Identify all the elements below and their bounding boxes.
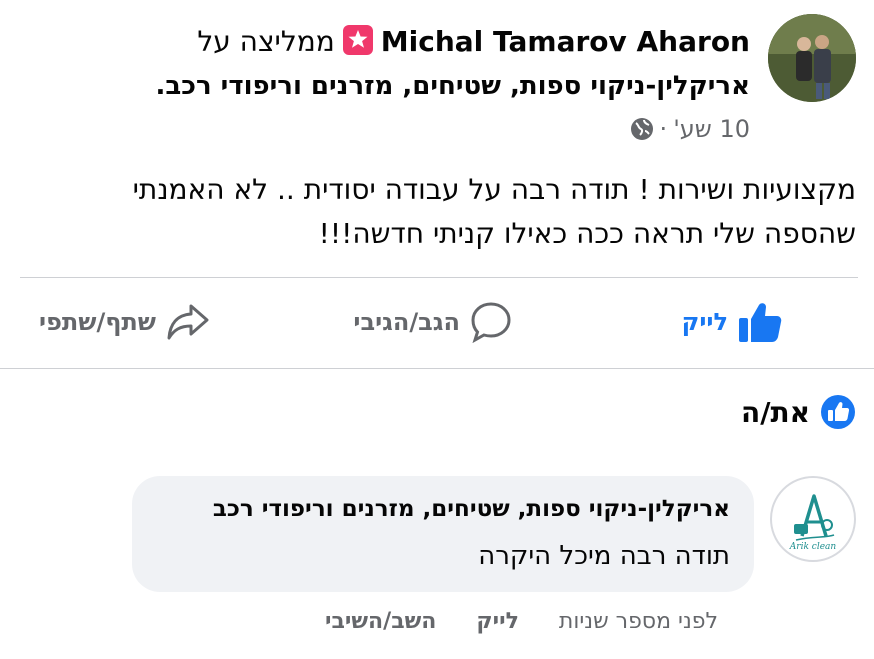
divider	[20, 277, 858, 278]
comment-author[interactable]: אריקלין-ניקוי ספות, שטיחים, מזרנים וריפו…	[156, 490, 730, 528]
header-title: Michal Tamarov Aharon ממליצה על	[50, 22, 750, 62]
post-body-line: שהספה שלי תראה ככה כאילו קניתי חדשה!!!	[318, 217, 856, 250]
share-label: שתף/שתפי	[39, 308, 156, 336]
comment-bubble: אריקלין-ניקוי ספות, שטיחים, מזרנים וריפו…	[132, 476, 754, 592]
post-body: מקצועיות ושירות ! תודה רבה על עבודה יסוד…	[16, 168, 856, 256]
post-body-line: מקצועיות ושירות ! תודה רבה על עבודה יסוד…	[132, 173, 856, 206]
recommends-text: ממליצה על	[197, 25, 335, 58]
comment-text: תודה רבה מיכל היקרה	[478, 541, 730, 571]
comment-time[interactable]: לפני מספר שניות	[559, 602, 718, 642]
comment-actions: לפני מספר שניות לייק השב/השיבי	[285, 602, 718, 642]
like-label: לייק	[681, 308, 728, 336]
logo-text: Arik clean	[789, 542, 837, 552]
meta-separator: ·	[659, 115, 668, 143]
comment-reply-button[interactable]: השב/השיבי	[325, 602, 436, 642]
speech-bubble-icon	[470, 301, 512, 343]
comment-like-button[interactable]: לייק	[476, 602, 518, 642]
comment-label: הגב/הגיבי	[353, 308, 460, 336]
author-name[interactable]: Michal Tamarov Aharon	[381, 25, 750, 58]
recommended-page-name[interactable]: אריקלין-ניקוי ספות, שטיחים, מזרנים וריפו…	[50, 66, 751, 106]
globe-icon	[630, 116, 654, 150]
share-arrow-icon	[166, 302, 210, 342]
page-logo-avatar[interactable]: Arik clean	[770, 476, 856, 562]
comment-button[interactable]: הגב/הגיבי	[353, 296, 512, 348]
thumbs-up-icon	[738, 301, 782, 343]
like-button[interactable]: לייק	[682, 296, 782, 348]
post-time[interactable]: 10 שע'	[673, 115, 750, 143]
reactor-label: את/ה	[741, 395, 810, 429]
author-avatar[interactable]	[768, 14, 856, 102]
reaction-summary[interactable]: את/ה	[741, 394, 856, 430]
post-header: Michal Tamarov Aharon ממליצה על אריקלין-נ…	[50, 22, 750, 150]
star-flag-icon	[342, 25, 373, 55]
like-reaction-icon	[820, 394, 856, 430]
share-button[interactable]: שתף/שתפי	[39, 296, 210, 348]
section-divider	[0, 368, 874, 369]
post-meta: 10 שע'·	[50, 112, 750, 150]
